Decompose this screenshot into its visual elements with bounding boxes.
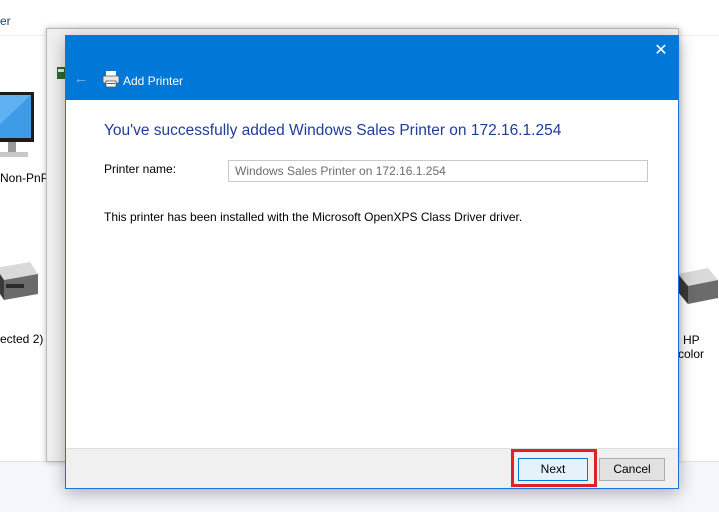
printer-icon (102, 71, 120, 88)
back-arrow-icon[interactable]: ← (72, 70, 90, 88)
printer-name-label: Printer name: (104, 162, 177, 176)
printer-name-input[interactable] (228, 160, 648, 182)
add-printer-dialog: ✕ ← Add Printer You've successfully adde… (65, 35, 679, 489)
dialog-content: You've successfully added Windows Sales … (66, 100, 678, 448)
next-button-highlight (511, 449, 597, 487)
driver-info-text: This printer has been installed with the… (104, 210, 523, 224)
toolbar-fragment[interactable]: er (0, 14, 11, 28)
device-label-non-pnp: Non-PnP (0, 171, 49, 185)
printer-device-icon[interactable] (0, 258, 40, 314)
dialog-header-row: ← Add Printer (66, 68, 678, 92)
cancel-button[interactable]: Cancel (599, 458, 665, 481)
device-label-color: color (678, 347, 705, 361)
device-label-connected: ected 2) (0, 332, 44, 346)
monitor-device-icon[interactable] (0, 88, 40, 166)
printer-device-icon-right[interactable] (678, 262, 719, 312)
dialog-title: Add Printer (123, 74, 184, 88)
device-label-hp: HP (683, 333, 700, 347)
success-heading: You've successfully added Windows Sales … (104, 122, 562, 139)
dialog-titlebar: ✕ ← Add Printer (66, 36, 678, 100)
close-icon[interactable]: ✕ (650, 40, 672, 62)
